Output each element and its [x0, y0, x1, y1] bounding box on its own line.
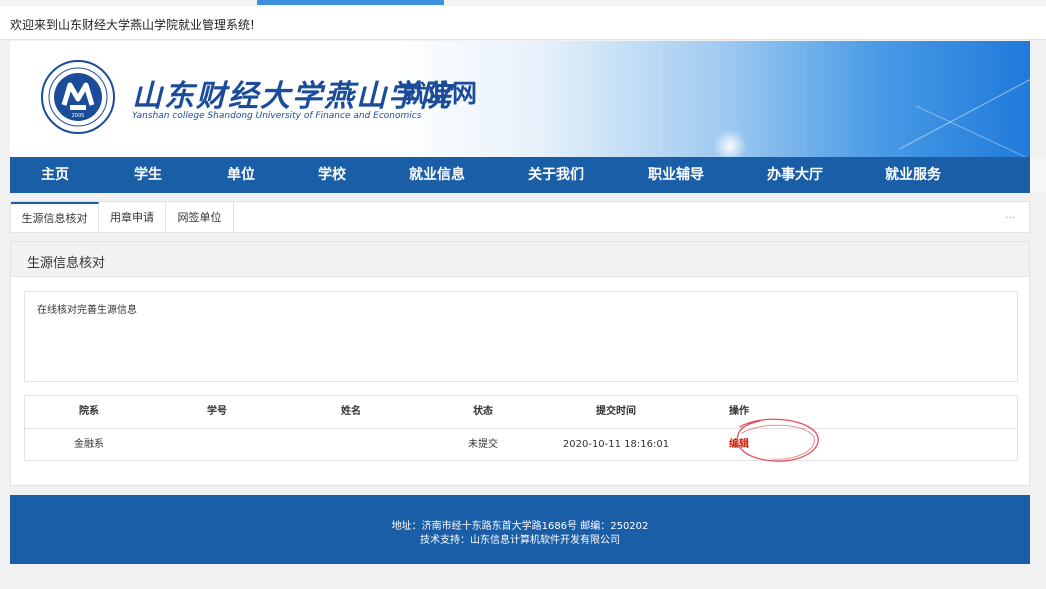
- site-banner: 2005 山东财经大学燕山学院 就业网 Yanshan college Shan…: [10, 41, 1030, 157]
- description-text: 在线核对完善生源信息: [37, 305, 137, 316]
- header-department: 院系: [79, 406, 99, 417]
- welcome-bar: 欢迎来到山东财经大学燕山学院就业管理系统!: [0, 6, 1046, 40]
- tab-source-check[interactable]: 生源信息核对: [11, 202, 99, 233]
- cell-department: 金融系: [74, 439, 104, 450]
- nav-item-student[interactable]: 学生: [100, 157, 196, 193]
- tab-bar: 生源信息核对 用章申请 网签单位 ...: [10, 201, 1030, 233]
- page-bottom: [0, 564, 1046, 589]
- info-table: 院系 学号 姓名 状态 提交时间 操作 金融系 未提交 2020-10-11 1…: [24, 395, 1018, 462]
- panel-title: 生源信息核对: [27, 256, 106, 271]
- footer-address: 地址：济南市经十东路东首大学路1686号 邮编：250202: [391, 521, 649, 532]
- welcome-text: 欢迎来到山东财经大学燕山学院就业管理系统!: [10, 18, 255, 32]
- cell-status: 未提交: [468, 439, 498, 450]
- nav-item-about[interactable]: 关于我们: [496, 157, 616, 193]
- nav-item-home[interactable]: 主页: [10, 157, 100, 193]
- cell-action: 编辑: [687, 429, 791, 461]
- tab-seal-application[interactable]: 用章申请: [99, 202, 166, 233]
- description-box: 在线核对完善生源信息: [24, 291, 1018, 382]
- footer-support: 技术支持：山东信息计算机软件开发有限公司: [420, 535, 620, 546]
- main-nav: 主页 学生 单位 学校 就业信息 关于我们 职业辅导 办事大厅 就业服务: [10, 157, 1030, 193]
- source-check-panel: 生源信息核对 在线核对完善生源信息 院系 学号 姓名 状态 提交时间 操作 金融…: [10, 241, 1030, 486]
- site-subtitle: 就业网: [402, 79, 478, 108]
- university-logo-icon[interactable]: 2005: [40, 59, 116, 135]
- site-footer: 地址：济南市经十东路东首大学路1686号 邮编：250202 技术支持：山东信息…: [10, 495, 1030, 564]
- header-status: 状态: [473, 406, 493, 417]
- nav-item-employer[interactable]: 单位: [196, 157, 286, 193]
- nav-edge: [1030, 157, 1046, 193]
- banner-decor-line: [899, 73, 1030, 150]
- nav-item-service-hall[interactable]: 办事大厅: [736, 157, 854, 193]
- header-name: 姓名: [341, 406, 361, 417]
- nav-item-school[interactable]: 学校: [286, 157, 378, 193]
- tab-online-signing[interactable]: 网签单位: [166, 202, 234, 233]
- table-header: 院系 学号 姓名 状态 提交时间 操作: [25, 396, 1017, 429]
- tabs-more-icon[interactable]: ...: [1005, 210, 1015, 221]
- cell-name: [281, 429, 421, 461]
- header-submit-time: 提交时间: [596, 406, 636, 417]
- active-tab-indicator: [257, 0, 444, 5]
- header-student-id: 学号: [207, 406, 227, 417]
- site-title-english: Yanshan college Shandong University of F…: [132, 111, 422, 121]
- cell-student-id: [153, 429, 281, 461]
- nav-item-career-guidance[interactable]: 职业辅导: [616, 157, 736, 193]
- nav-item-employment-service[interactable]: 就业服务: [854, 157, 972, 193]
- cell-submit-time: 2020-10-11 18:16:01: [562, 439, 670, 450]
- table-row: 金融系 未提交 2020-10-11 18:16:01 编辑: [25, 429, 1017, 460]
- edit-link[interactable]: 编辑: [729, 439, 749, 450]
- banner-glow: [710, 126, 750, 157]
- panel-header: 生源信息核对: [11, 242, 1029, 277]
- nav-item-job-info[interactable]: 就业信息: [378, 157, 496, 193]
- header-action: 操作: [729, 406, 749, 417]
- svg-text:2005: 2005: [72, 113, 85, 119]
